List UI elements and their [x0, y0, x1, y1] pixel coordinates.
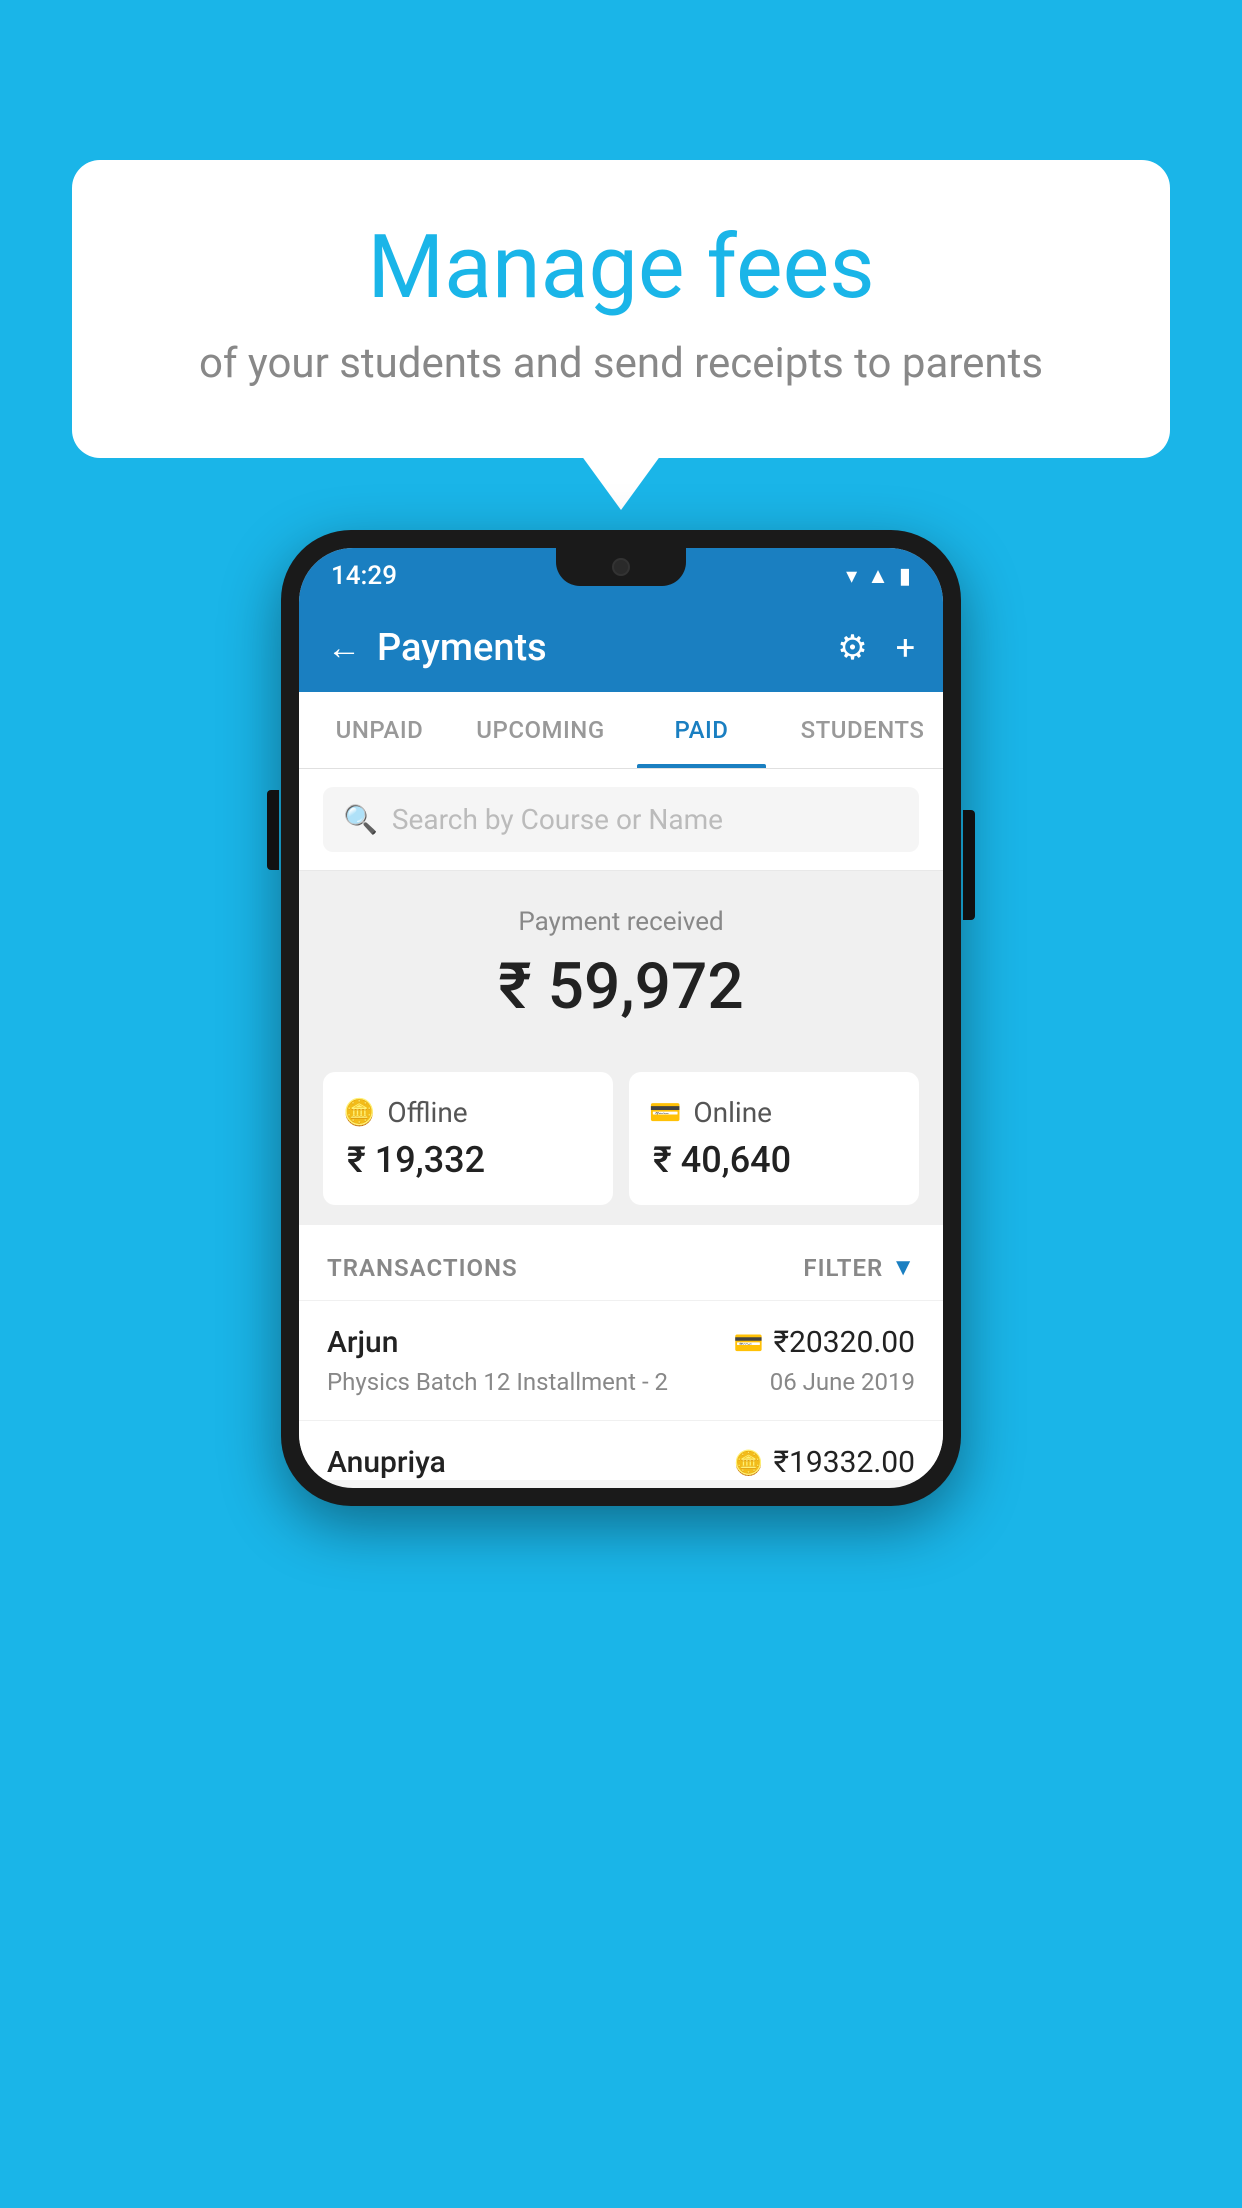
filter-icon: ▼ — [891, 1253, 915, 1282]
online-payment-card: 💳 Online ₹ 40,640 — [629, 1072, 919, 1205]
signal-icon: ▲ — [867, 563, 889, 589]
transaction-method-icon-1: 💳 — [734, 1329, 764, 1357]
speech-bubble: Manage fees of your students and send re… — [72, 160, 1170, 458]
transaction-name-1: Arjun — [327, 1325, 398, 1360]
transaction-amount-1: ₹20320.00 — [774, 1325, 915, 1360]
online-amount: ₹ 40,640 — [649, 1139, 899, 1181]
offline-amount: ₹ 19,332 — [343, 1139, 593, 1181]
online-icon: 💳 — [649, 1098, 681, 1128]
transaction-course-1: Physics Batch 12 Installment - 2 — [327, 1368, 668, 1396]
search-bar[interactable]: 🔍 Search by Course or Name — [323, 787, 919, 852]
notch-camera — [612, 558, 630, 576]
offline-card-header: 🪙 Offline — [343, 1096, 593, 1129]
filter-container[interactable]: FILTER ▼ — [803, 1253, 915, 1282]
transaction-amount-2: ₹19332.00 — [774, 1445, 915, 1480]
online-card-header: 💳 Online — [649, 1096, 899, 1129]
app-header: ← Payments ⚙ + — [299, 604, 943, 692]
header-left: ← Payments — [327, 626, 547, 670]
notch — [556, 548, 686, 586]
status-icons: ▾ ▲ ▮ — [846, 563, 911, 589]
search-icon: 🔍 — [343, 803, 378, 836]
header-right: ⚙ + — [837, 628, 915, 668]
payment-received-label: Payment received — [323, 907, 919, 937]
transaction-amount-container-2: 🪙 ₹19332.00 — [734, 1445, 915, 1480]
transactions-header: TRANSACTIONS FILTER ▼ — [299, 1225, 943, 1300]
payment-summary: Payment received ₹ 59,972 — [299, 871, 943, 1052]
payment-received-amount: ₹ 59,972 — [323, 949, 919, 1024]
phone-container: 14:29 ▾ ▲ ▮ ← Payments ⚙ + — [281, 530, 961, 1506]
transaction-method-icon-2: 🪙 — [734, 1449, 764, 1477]
status-time: 14:29 — [331, 561, 397, 591]
wifi-icon: ▾ — [846, 564, 857, 589]
offline-label: Offline — [387, 1096, 467, 1129]
back-button[interactable]: ← — [327, 628, 361, 668]
search-input[interactable]: Search by Course or Name — [392, 803, 723, 836]
transaction-amount-container-1: 💳 ₹20320.00 — [734, 1325, 915, 1360]
offline-payment-card: 🪙 Offline ₹ 19,332 — [323, 1072, 613, 1205]
tabs-container: UNPAID UPCOMING PAID STUDENTS — [299, 692, 943, 769]
settings-icon[interactable]: ⚙ — [837, 628, 867, 668]
phone-screen: 14:29 ▾ ▲ ▮ ← Payments ⚙ + — [299, 548, 943, 1488]
payment-cards: 🪙 Offline ₹ 19,332 💳 Online ₹ 40,640 — [299, 1052, 943, 1225]
online-label: Online — [693, 1096, 772, 1129]
tab-unpaid[interactable]: UNPAID — [299, 692, 460, 768]
transaction-main-1: Arjun 💳 ₹20320.00 — [327, 1325, 915, 1360]
transactions-label: TRANSACTIONS — [327, 1254, 518, 1282]
status-bar: 14:29 ▾ ▲ ▮ — [299, 548, 943, 604]
transaction-main-2: Anupriya 🪙 ₹19332.00 — [327, 1445, 915, 1480]
battery-icon: ▮ — [899, 564, 911, 589]
transaction-row-1[interactable]: Arjun 💳 ₹20320.00 Physics Batch 12 Insta… — [299, 1300, 943, 1420]
tab-upcoming[interactable]: UPCOMING — [460, 692, 621, 768]
tab-students[interactable]: STUDENTS — [782, 692, 943, 768]
bubble-title: Manage fees — [152, 220, 1090, 317]
transaction-name-2: Anupriya — [327, 1445, 446, 1480]
add-icon[interactable]: + — [896, 628, 915, 668]
search-container: 🔍 Search by Course or Name — [299, 769, 943, 871]
phone-frame: 14:29 ▾ ▲ ▮ ← Payments ⚙ + — [281, 530, 961, 1506]
transaction-date-1: 06 June 2019 — [770, 1368, 915, 1396]
header-title: Payments — [377, 626, 547, 670]
offline-icon: 🪙 — [343, 1098, 375, 1128]
transaction-sub-1: Physics Batch 12 Installment - 2 06 June… — [327, 1368, 915, 1396]
transaction-row-2[interactable]: Anupriya 🪙 ₹19332.00 — [299, 1420, 943, 1480]
tab-paid[interactable]: PAID — [621, 692, 782, 768]
bubble-subtitle: of your students and send receipts to pa… — [152, 339, 1090, 388]
speech-bubble-container: Manage fees of your students and send re… — [72, 160, 1170, 458]
filter-label: FILTER — [803, 1254, 883, 1282]
